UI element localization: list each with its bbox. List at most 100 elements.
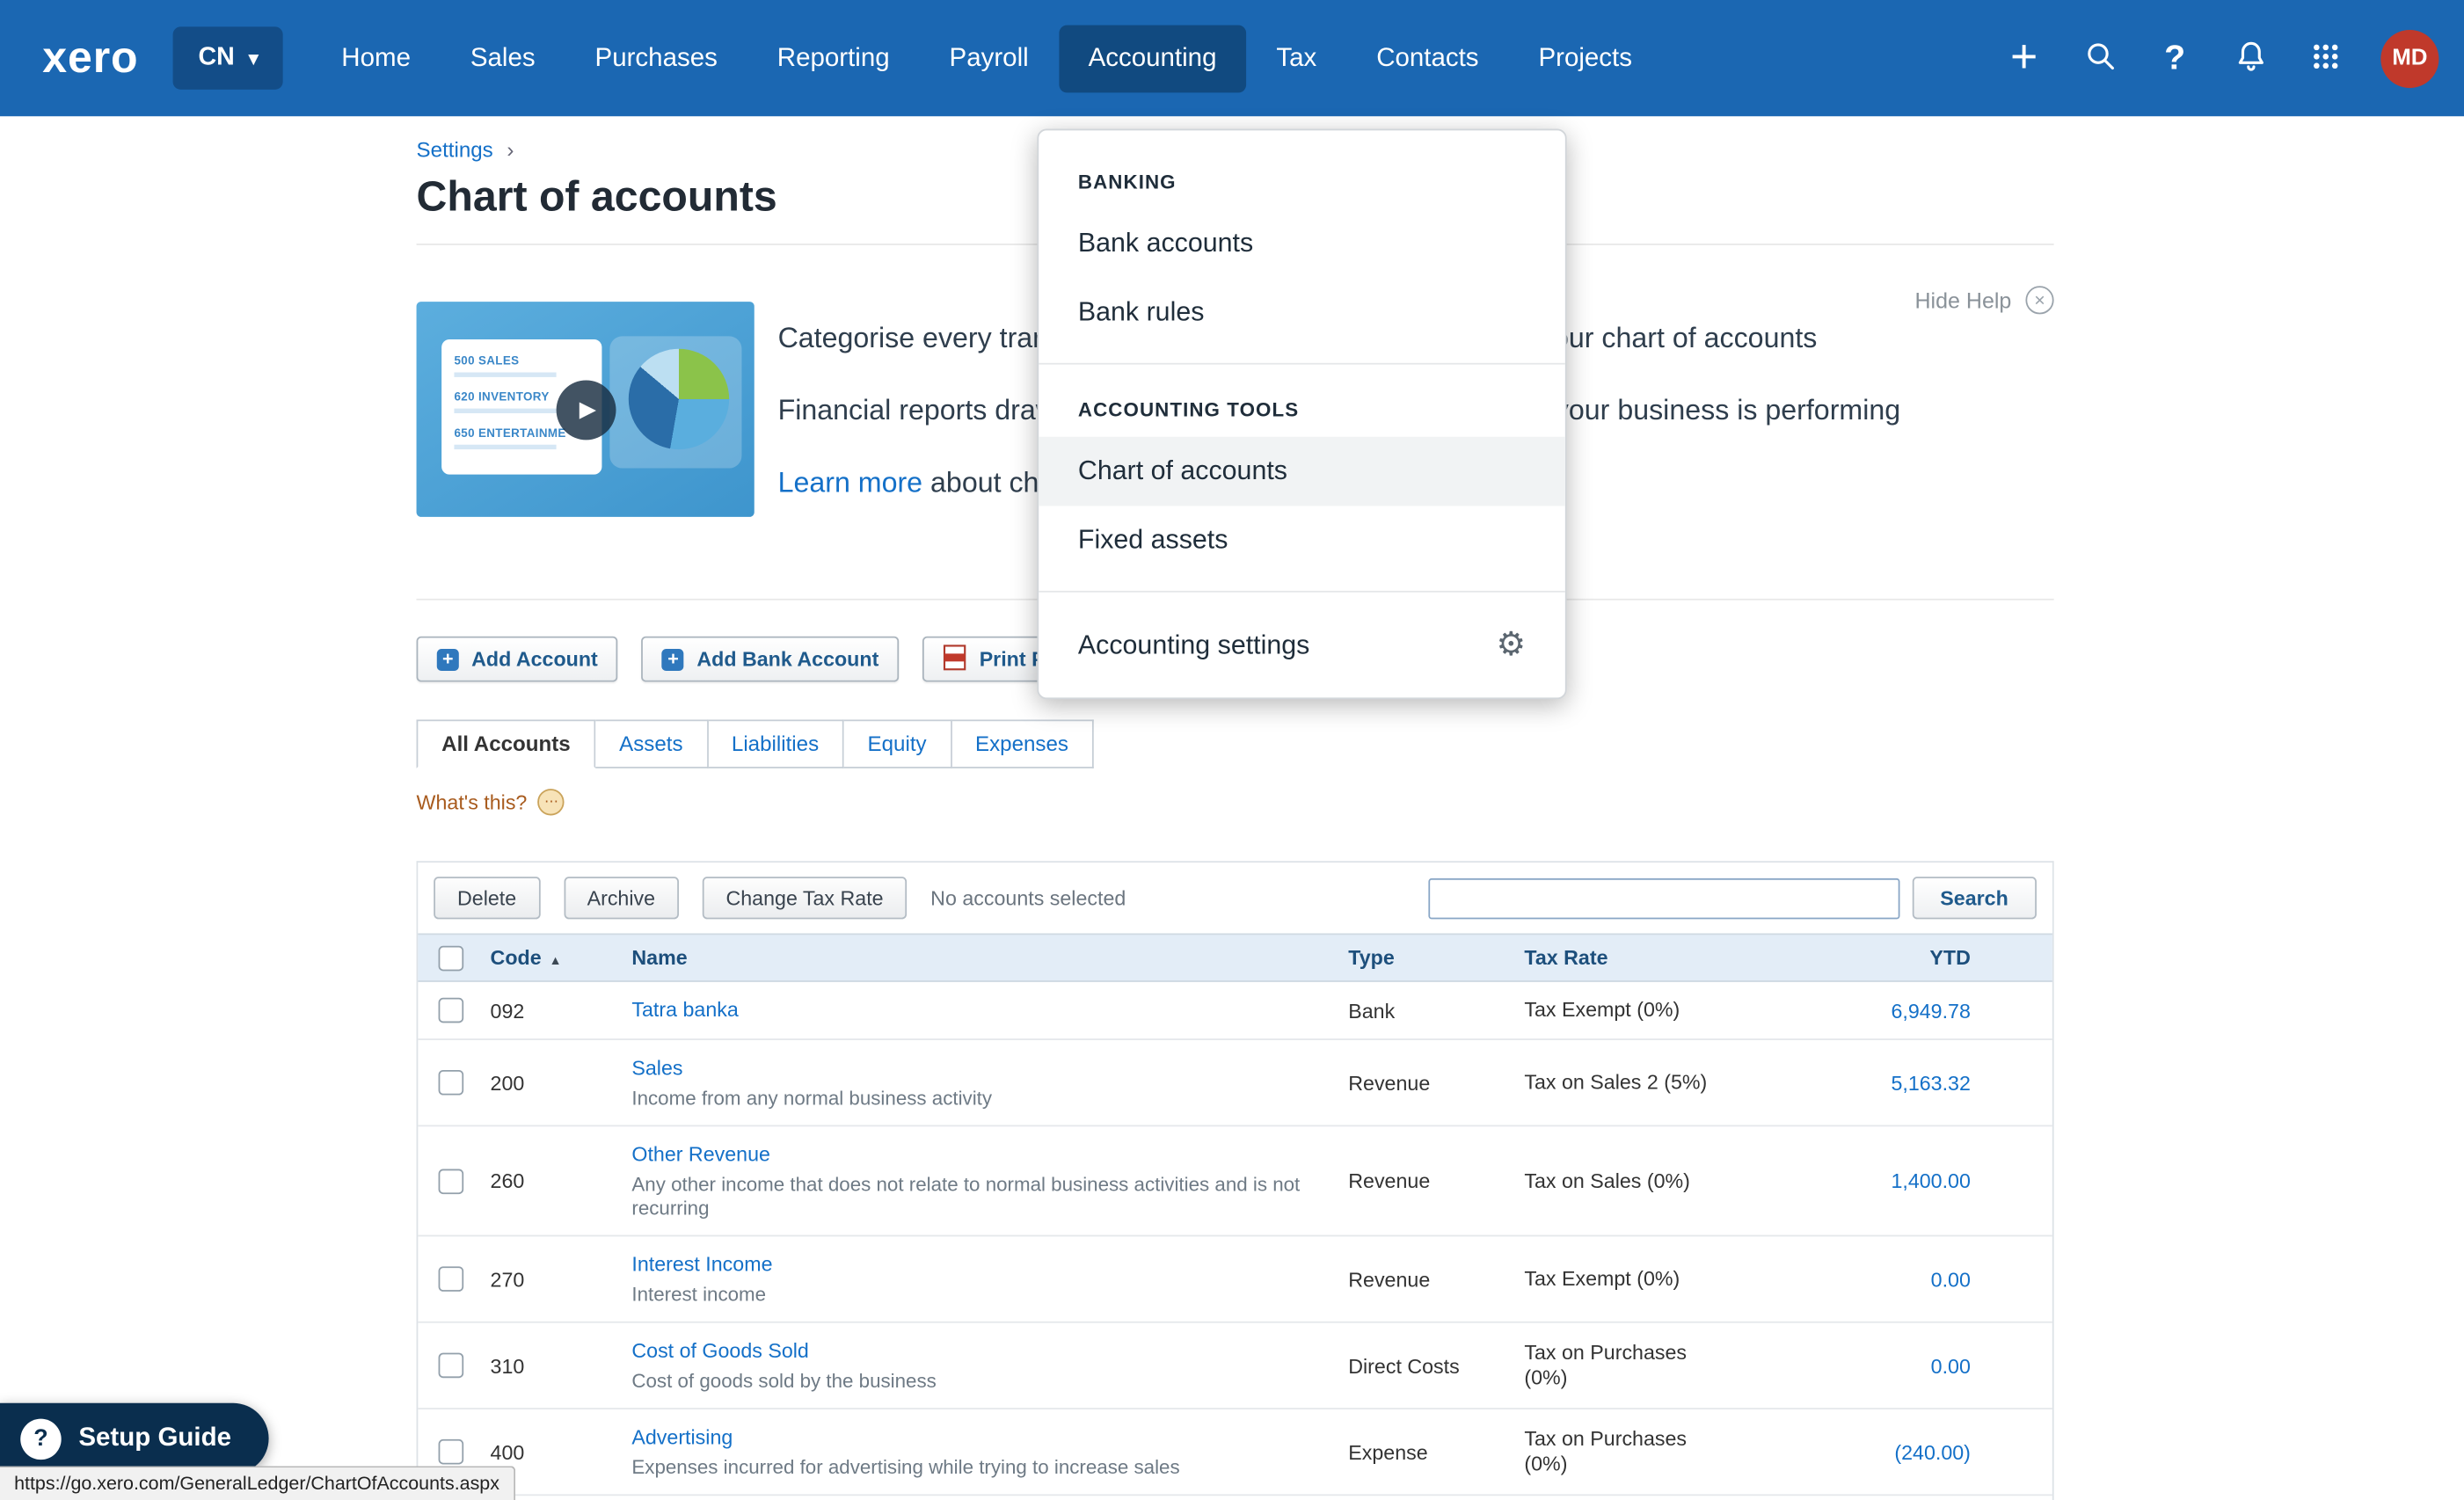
learn-more-link[interactable]: Learn more <box>778 467 923 499</box>
accounts-search-button[interactable]: Search <box>1912 877 2037 919</box>
browser-status-bar: https://go.xero.com/GeneralLedger/ChartO… <box>0 1466 515 1500</box>
account-code: 270 <box>491 1267 632 1291</box>
tab-expenses[interactable]: Expenses <box>951 719 1093 768</box>
xero-logo[interactable]: xero <box>42 33 138 84</box>
search-button[interactable] <box>2067 24 2132 93</box>
menu-section-banking: BANKING <box>1039 152 1565 208</box>
add-account-button[interactable]: + Add Account <box>417 637 618 682</box>
nav-item-home[interactable]: Home <box>311 25 441 92</box>
nav-item-purchases[interactable]: Purchases <box>565 25 747 92</box>
row-checkbox[interactable] <box>439 1353 464 1379</box>
archive-button[interactable]: Archive <box>564 877 679 919</box>
account-type: Bank <box>1348 999 1524 1023</box>
row-checkbox[interactable] <box>439 1439 464 1465</box>
menu-item-bank-accounts[interactable]: Bank accounts <box>1039 209 1565 279</box>
breadcrumb-settings-link[interactable]: Settings <box>417 138 493 162</box>
account-ytd-link[interactable]: 0.00 <box>1931 1267 1971 1291</box>
row-checkbox[interactable] <box>439 998 464 1023</box>
account-description: Expenses incurred for advertising while … <box>631 1457 1348 1481</box>
row-checkbox[interactable] <box>439 1266 464 1292</box>
account-name-link[interactable]: Advertising <box>631 1425 733 1449</box>
app-launcher-button[interactable] <box>2293 24 2358 93</box>
change-tax-rate-button[interactable]: Change Tax Rate <box>703 877 908 919</box>
whats-this-label: What's this? <box>417 790 528 814</box>
sort-asc-icon: ▲ <box>550 954 562 968</box>
account-name-link[interactable]: Other Revenue <box>631 1142 770 1166</box>
plus-icon: + <box>437 648 459 670</box>
account-ytd-link[interactable]: 0.00 <box>1931 1354 1971 1378</box>
account-code: 310 <box>491 1354 632 1378</box>
row-checkbox[interactable] <box>439 1169 464 1194</box>
column-header-type[interactable]: Type <box>1348 946 1524 970</box>
main-nav: Home Sales Purchases Reporting Payroll A… <box>311 25 1662 92</box>
account-name-link[interactable]: Sales <box>631 1056 682 1080</box>
account-description: Interest income <box>631 1284 1348 1307</box>
grid-icon <box>2310 40 2342 76</box>
help-button[interactable]: ? <box>2142 24 2208 93</box>
notifications-button[interactable] <box>2217 24 2283 93</box>
account-name-link[interactable]: Interest Income <box>631 1252 772 1276</box>
accounts-search-input[interactable] <box>1428 877 1899 918</box>
account-name-link[interactable]: Cost of Goods Sold <box>631 1339 808 1363</box>
menu-item-fixed-assets[interactable]: Fixed assets <box>1039 506 1565 575</box>
add-account-label: Add Account <box>471 647 598 671</box>
hide-help-control[interactable]: Hide Help × <box>1914 286 2053 314</box>
table-row: 270 Interest Income Interest income Reven… <box>418 1236 2052 1322</box>
delete-button[interactable]: Delete <box>434 877 540 919</box>
mini-card-text: 500 SALES <box>454 353 589 368</box>
nav-item-payroll[interactable]: Payroll <box>920 25 1059 92</box>
user-avatar[interactable]: MD <box>2380 29 2438 87</box>
question-icon: ? <box>2164 38 2185 78</box>
account-ytd-link[interactable]: (240.00) <box>1894 1440 1971 1464</box>
column-header-ytd[interactable]: YTD <box>1775 946 2052 970</box>
column-header-tax-rate[interactable]: Tax Rate <box>1524 946 1775 970</box>
accounting-dropdown-menu: BANKING Bank accounts Bank rules ACCOUNT… <box>1037 129 1566 700</box>
nav-item-accounting[interactable]: Accounting <box>1059 25 1247 92</box>
account-description: Any other income that does not relate to… <box>631 1174 1348 1221</box>
tab-liabilities[interactable]: Liabilities <box>708 719 844 768</box>
xero-app: xero CN ▾ Home Sales Purchases Reporting… <box>0 0 2464 1500</box>
selection-status: No accounts selected <box>930 886 1126 910</box>
setup-guide-button[interactable]: ? Setup Guide <box>0 1403 269 1474</box>
account-tax-rate: Tax on Purchases (0%) <box>1524 1427 1775 1477</box>
nav-item-tax[interactable]: Tax <box>1246 25 1346 92</box>
account-ytd-link[interactable]: 5,163.32 <box>1891 1071 1970 1095</box>
account-name-link[interactable]: Tatra banka <box>631 998 738 1022</box>
account-ytd-link[interactable]: 1,400.00 <box>1891 1169 1970 1193</box>
add-bank-account-button[interactable]: + Add Bank Account <box>642 637 900 682</box>
column-header-name[interactable]: Name <box>631 946 1348 970</box>
help-video-thumbnail[interactable]: 500 SALES 620 INVENTORY 650 ENTERTAINME … <box>417 302 755 517</box>
dots-glyph: ⋯ <box>544 793 558 811</box>
play-icon[interactable]: ▶ <box>556 380 616 440</box>
tab-all-accounts[interactable]: All Accounts <box>417 719 596 768</box>
menu-item-chart-of-accounts[interactable]: Chart of accounts <box>1039 437 1565 506</box>
menu-item-bank-rules[interactable]: Bank rules <box>1039 278 1565 347</box>
pdf-icon <box>944 644 967 675</box>
account-ytd-link[interactable]: 6,949.78 <box>1891 999 1970 1023</box>
nav-utilities: + ? <box>1991 24 2438 93</box>
setup-guide-label: Setup Guide <box>78 1424 231 1453</box>
row-checkbox[interactable] <box>439 1070 464 1096</box>
close-icon[interactable]: × <box>2025 286 2053 314</box>
table-toolbar: Delete Archive Change Tax Rate No accoun… <box>418 863 2052 933</box>
tab-equity[interactable]: Equity <box>844 719 951 768</box>
account-type: Revenue <box>1348 1267 1524 1291</box>
nav-item-projects[interactable]: Projects <box>1509 25 1662 92</box>
account-type: Expense <box>1348 1440 1524 1464</box>
account-code: 092 <box>491 999 632 1023</box>
guide-icon: ? <box>20 1418 61 1459</box>
menu-item-accounting-settings[interactable]: Accounting settings ⚙ <box>1039 608 1565 682</box>
nav-item-contacts[interactable]: Contacts <box>1346 25 1508 92</box>
tab-assets[interactable]: Assets <box>595 719 708 768</box>
speech-bubble-icon: ⋯ <box>538 789 565 815</box>
create-new-button[interactable]: + <box>1991 24 2057 93</box>
select-all-checkbox[interactable] <box>439 945 464 971</box>
table-row: 404 Bank FeesFees charged by your bank f… <box>418 1496 2052 1500</box>
nav-item-sales[interactable]: Sales <box>441 25 565 92</box>
whats-this-link[interactable]: What's this? ⋯ <box>417 789 565 815</box>
column-header-code[interactable]: Code▲ <box>491 946 632 970</box>
table-row: 092 Tatra banka Bank Tax Exempt (0%) 6,9… <box>418 982 2052 1040</box>
nav-item-reporting[interactable]: Reporting <box>747 25 920 92</box>
org-switcher[interactable]: CN ▾ <box>173 26 283 89</box>
account-tax-rate: Tax on Sales 2 (5%) <box>1524 1070 1775 1096</box>
